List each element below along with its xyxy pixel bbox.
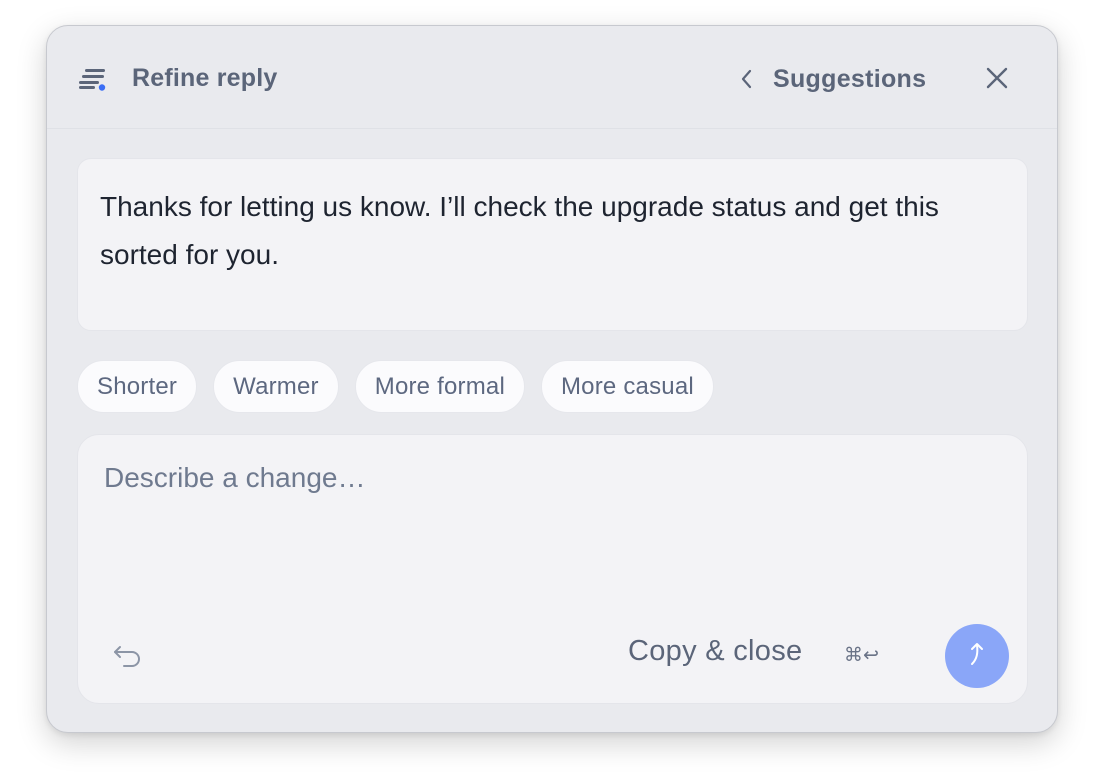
chip-more-casual[interactable]: More casual [540,360,714,413]
refine-reply-panel: Refine reply Suggestions Thanks for lett… [46,25,1058,733]
keyboard-shortcut-hint: ⌘↩ [844,644,879,666]
close-icon[interactable] [981,62,1013,94]
reply-text: Thanks for letting us know. I’ll check t… [100,191,939,270]
chevron-left-icon [737,67,757,91]
send-button[interactable] [945,624,1009,688]
copy-close-button[interactable]: Copy & close [628,635,802,668]
text-lines-icon [79,67,107,91]
change-composer: Copy & close ⌘↩ [77,434,1028,704]
undo-icon[interactable] [110,641,144,671]
describe-change-input[interactable] [104,453,984,503]
reply-preview: Thanks for letting us know. I’ll check t… [77,158,1028,331]
refine-chips: Shorter Warmer More formal More casual [77,360,714,414]
chip-more-formal[interactable]: More formal [354,360,525,413]
panel-title: Refine reply [132,64,278,92]
suggestions-button[interactable]: Suggestions [737,56,926,102]
suggestions-label: Suggestions [773,64,927,93]
send-arrow-icon [962,639,992,674]
panel-header: Refine reply Suggestions [47,26,1057,129]
chip-warmer[interactable]: Warmer [213,360,339,413]
chip-shorter[interactable]: Shorter [77,360,198,413]
